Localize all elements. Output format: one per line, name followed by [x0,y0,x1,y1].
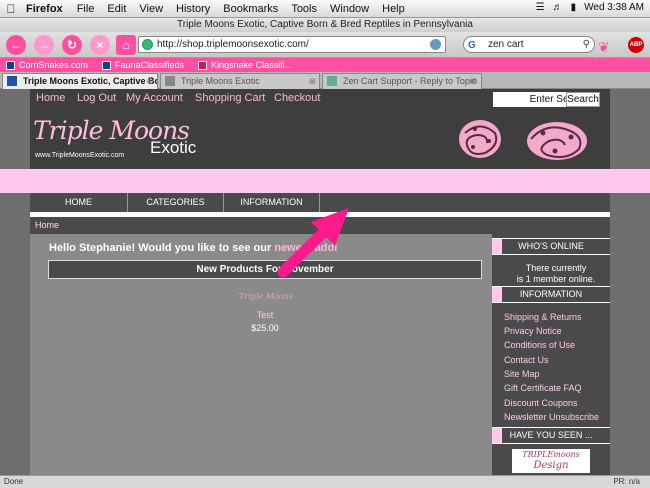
tab-favicon-icon [7,76,17,86]
link-contact-us[interactable]: Contact Us [504,355,549,365]
site-favicon-icon [142,39,153,50]
bookmark-cornsnakes[interactable]: CornSnakes.com [6,60,88,70]
snake-image-1 [459,120,501,158]
mac-menu-bar:  Firefox File Edit View History Bookmar… [0,0,650,18]
menu-bookmarks[interactable]: Bookmarks [223,3,278,15]
wifi-icon[interactable]: ☰ [536,2,545,13]
whos-online-heading: WHO'S ONLINE [492,238,610,255]
menu-tools[interactable]: Tools [291,3,317,15]
product-name-link[interactable]: Test [235,310,295,320]
snake-image-2 [527,122,587,160]
volume-icon[interactable]: ♬ [553,2,563,13]
google-icon[interactable]: G [468,38,476,53]
reload-button[interactable]: ↻ [62,35,82,55]
site-logo-url: www.TripleMoonsExotic.com [35,152,125,159]
forward-button[interactable]: → [34,35,54,55]
stop-button[interactable]: × [90,35,110,55]
bookmarks-bar: CornSnakes.com FaunaClassifieds Kingsnak… [0,58,650,72]
link-site-map[interactable]: Site Map [504,369,540,379]
bookmark-icon [6,60,15,70]
have-you-seen-heading: HAVE YOU SEEN ... [492,427,610,444]
bookmark-kingsnake[interactable]: Kingsnake Classifi... [198,60,292,70]
menu-help[interactable]: Help [382,3,405,15]
menu-history[interactable]: History [176,3,210,15]
back-button[interactable]: ← [6,35,26,55]
pink-band [0,169,650,193]
close-tab-icon[interactable]: ⊗ [146,74,154,88]
link-shipping-returns[interactable]: Shipping & Returns [504,312,582,322]
bookmark-fauna[interactable]: FaunaClassifieds [102,60,184,70]
adblock-icon[interactable]: ABP [628,37,644,53]
status-text: Done [4,477,24,486]
catnav-home[interactable]: HOME [30,193,128,212]
site-header: Triple Moons Exotic www.TripleMoonsExoti… [30,109,610,169]
home-button[interactable]: ⌂ [116,35,136,55]
nav-checkout[interactable]: Checkout [274,92,320,104]
nav-home[interactable]: Home [36,92,65,104]
tab-strip: Triple Moons Exotic, Captive Born...⊗ Tr… [0,72,650,89]
link-gift-certificate-faq[interactable]: Gift Certificate FAQ [504,383,582,393]
bookmark-icon [198,60,208,70]
product-price: $25.00 [251,323,279,333]
apple-icon[interactable]:  [0,2,22,16]
status-bar: Done PR: n/a [0,475,650,488]
tab-favicon-icon [165,76,175,86]
search-bar[interactable]: G zen cart ⚲ [463,36,595,53]
window-title: Triple Moons Exotic, Captive Born & Bred… [0,18,650,32]
search-query: zen cart [488,39,524,50]
browser-toolbar: ← → ↻ × ⌂ http://shop.triplemoonsexotic.… [0,32,650,58]
tab-triple-moons-2[interactable]: Triple Moons Exotic ⊗ [160,73,320,89]
pink-ribbon-icon[interactable]: ❦ [598,39,610,56]
site-top-nav: Home Log Out My Account Shopping Cart Ch… [30,89,610,109]
right-sidebar: WHO'S ONLINE There currently is 1 member… [492,234,610,475]
product-image[interactable]: Triple Moons [237,291,295,303]
nav-my-account[interactable]: My Account [126,92,183,104]
magnifier-icon[interactable]: ⚲ [583,37,590,52]
close-tab-icon[interactable]: ⊗ [470,74,478,88]
link-discount-coupons[interactable]: Discount Coupons [504,398,578,408]
menu-view[interactable]: View [139,3,163,15]
tab-triple-moons-1[interactable]: Triple Moons Exotic, Captive Born...⊗ [2,73,158,89]
whos-online-line-1: There currently [525,263,587,273]
information-heading: INFORMATION [492,286,610,303]
pagerank-indicator[interactable]: PR: n/a [613,476,640,488]
web-page: Home Log Out My Account Shopping Cart Ch… [0,89,650,475]
link-newsletter-unsubscribe[interactable]: Newsletter Unsubscribe [504,412,599,422]
bookmark-icon [102,60,112,70]
catnav-categories[interactable]: CATEGORIES [128,193,224,212]
go-icon[interactable] [430,39,441,50]
link-privacy-notice[interactable]: Privacy Notice [504,326,562,336]
url-bar[interactable]: http://shop.triplemoonsexotic.com/ [138,36,446,53]
nav-logout[interactable]: Log Out [77,92,116,104]
nav-shopping-cart[interactable]: Shopping Cart [195,92,265,104]
menu-window[interactable]: Window [330,3,369,15]
close-tab-icon[interactable]: ⊗ [308,74,316,88]
menu-clock[interactable]: Wed 3:38 AM [584,2,644,13]
battery-icon[interactable]: ▮ [571,2,577,13]
menu-edit[interactable]: Edit [107,3,126,15]
pink-arrow-annotation [277,208,349,278]
menu-app-firefox[interactable]: Firefox [26,3,71,15]
new-products-heading: New Products For November [48,260,482,279]
link-conditions-of-use[interactable]: Conditions of Use [504,340,575,350]
url-text: http://shop.triplemoonsexotic.com/ [157,39,309,50]
site-search-button[interactable]: Search [566,92,600,107]
menu-file[interactable]: File [77,3,95,15]
site-logo-sub: Exotic [150,138,197,157]
tab-zen-cart[interactable]: Zen Cart Support - Reply to Topic ⊗ [322,73,482,89]
tab-favicon-icon [327,76,337,86]
triplemoons-design-banner[interactable]: TRIPLEmoons Design [512,449,590,473]
whos-online-line-2: is 1 member online. [516,274,596,284]
